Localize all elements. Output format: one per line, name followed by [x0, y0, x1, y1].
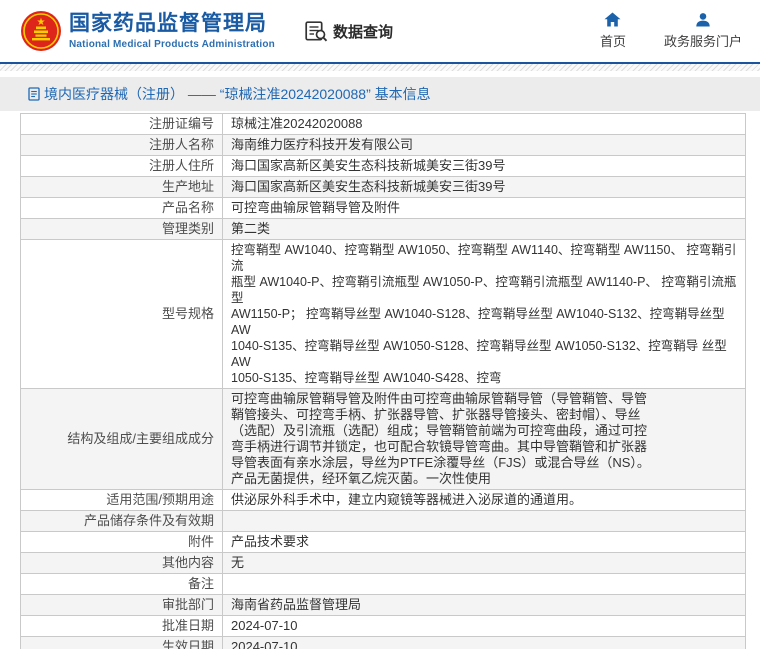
table-row: 产品储存条件及有效期 [21, 511, 746, 532]
table-row: 批准日期2024-07-10 [21, 616, 746, 637]
nmpa-emblem-icon: ★ [20, 8, 62, 54]
row-value: 供泌尿外科手术中，建立内窥镜等器械进入泌尿道的通道用。 [223, 490, 746, 511]
row-value [223, 511, 746, 532]
row-label: 备注 [21, 574, 223, 595]
page: ★ 国家药品监督管理局 National Medical Products Ad… [0, 0, 760, 649]
row-value: 琼械注准20242020088 [223, 114, 746, 135]
row-value: 无 [223, 553, 746, 574]
table-row: 审批部门海南省药品监督管理局 [21, 595, 746, 616]
table-row: 适用范围/预期用途供泌尿外科手术中，建立内窥镜等器械进入泌尿道的通道用。 [21, 490, 746, 511]
data-query-label: 数据查询 [333, 21, 393, 42]
table-row: 型号规格控弯鞘型 AW1040、控弯鞘型 AW1050、控弯鞘型 AW1140、… [21, 240, 746, 389]
nav-portal[interactable]: 政务服务门户 [664, 12, 742, 50]
row-value: 海口国家高新区美安生态科技新城美安三街39号 [223, 177, 746, 198]
row-value: 海口国家高新区美安生态科技新城美安三街39号 [223, 156, 746, 177]
table-row: 注册证编号琼械注准20242020088 [21, 114, 746, 135]
nav-portal-label: 政务服务门户 [664, 31, 742, 50]
row-value: 控弯鞘型 AW1040、控弯鞘型 AW1050、控弯鞘型 AW1140、控弯鞘型… [223, 240, 746, 389]
row-label: 产品名称 [21, 198, 223, 219]
row-label: 生产地址 [21, 177, 223, 198]
breadcrumb: 境内医疗器械（注册） —— “琼械注准20242020088” 基本信息 [0, 77, 760, 111]
info-table-body: 注册证编号琼械注准20242020088注册人名称海南维力医疗科技开发有限公司注… [21, 114, 746, 649]
data-query-icon [305, 21, 329, 42]
table-row: 注册人住所海口国家高新区美安生态科技新城美安三街39号 [21, 156, 746, 177]
data-query-link[interactable]: 数据查询 [305, 21, 393, 42]
row-label: 批准日期 [21, 616, 223, 637]
svg-text:★: ★ [37, 17, 46, 28]
table-row: 管理类别第二类 [21, 219, 746, 240]
row-label: 注册人住所 [21, 156, 223, 177]
top-nav: 首页 政务服务门户 [600, 12, 742, 50]
row-label: 适用范围/预期用途 [21, 490, 223, 511]
table-row: 其他内容无 [21, 553, 746, 574]
row-label: 型号规格 [21, 240, 223, 389]
row-value [223, 574, 746, 595]
row-label: 管理类别 [21, 219, 223, 240]
user-icon [695, 12, 711, 27]
site-header: ★ 国家药品监督管理局 National Medical Products Ad… [0, 0, 760, 62]
row-value: 海南维力医疗科技开发有限公司 [223, 135, 746, 156]
home-icon [604, 12, 621, 27]
brand-text: 国家药品监督管理局 National Medical Products Admi… [69, 12, 275, 50]
row-label: 注册人名称 [21, 135, 223, 156]
table-row: 备注 [21, 574, 746, 595]
row-label: 其他内容 [21, 553, 223, 574]
document-icon [28, 87, 40, 101]
brand: ★ 国家药品监督管理局 National Medical Products Ad… [20, 8, 275, 54]
row-value: 可控弯曲输尿管鞘导管及附件由可控弯曲输尿管鞘导管（导管鞘管、导管 鞘管接头、可控… [223, 389, 746, 490]
row-label: 产品储存条件及有效期 [21, 511, 223, 532]
row-value: 第二类 [223, 219, 746, 240]
hatch-strip [0, 64, 760, 71]
nav-home-label: 首页 [600, 31, 626, 50]
row-value: 2024-07-10 [223, 616, 746, 637]
row-label: 审批部门 [21, 595, 223, 616]
table-row: 产品名称可控弯曲输尿管鞘导管及附件 [21, 198, 746, 219]
row-label: 附件 [21, 532, 223, 553]
nav-home[interactable]: 首页 [600, 12, 626, 50]
row-value: 可控弯曲输尿管鞘导管及附件 [223, 198, 746, 219]
row-value: 海南省药品监督管理局 [223, 595, 746, 616]
table-row: 注册人名称海南维力医疗科技开发有限公司 [21, 135, 746, 156]
row-label: 结构及组成/主要组成成分 [21, 389, 223, 490]
table-row: 结构及组成/主要组成成分可控弯曲输尿管鞘导管及附件由可控弯曲输尿管鞘导管（导管鞘… [21, 389, 746, 490]
row-label: 生效日期 [21, 637, 223, 649]
table-row: 生产地址海口国家高新区美安生态科技新城美安三街39号 [21, 177, 746, 198]
breadcrumb-text: 境内医疗器械（注册） —— “琼械注准20242020088” 基本信息 [44, 84, 431, 104]
table-row: 附件产品技术要求 [21, 532, 746, 553]
row-value: 2024-07-10 [223, 637, 746, 649]
row-value: 产品技术要求 [223, 532, 746, 553]
org-name-cn: 国家药品监督管理局 [69, 12, 275, 36]
info-table: 注册证编号琼械注准20242020088注册人名称海南维力医疗科技开发有限公司注… [20, 113, 746, 649]
table-row: 生效日期2024-07-10 [21, 637, 746, 649]
org-name-en: National Medical Products Administration [69, 39, 275, 50]
row-label: 注册证编号 [21, 114, 223, 135]
